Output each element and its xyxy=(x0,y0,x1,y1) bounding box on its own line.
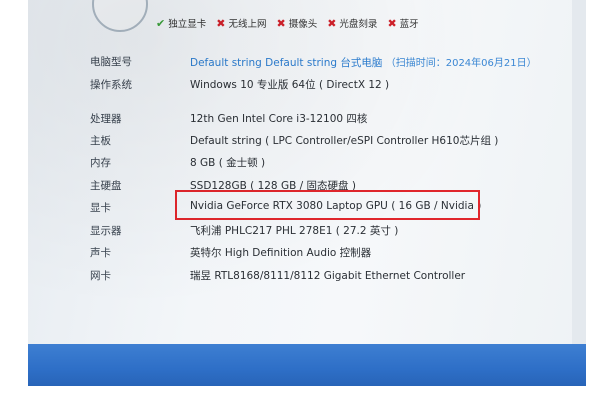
spec-label: 主板 xyxy=(90,135,111,147)
spec-value: 8 GB ( 金士顿 ) xyxy=(190,157,266,169)
spec-value: 12th Gen Intel Core i3-12100 四核 xyxy=(190,113,368,125)
taskbar xyxy=(28,344,586,386)
spec-value: Windows 10 专业版 64位 ( DirectX 12 ) xyxy=(190,79,390,91)
spec-label: 声卡 xyxy=(90,247,111,259)
feature-disc-burning: ✖ 光盘刻录 xyxy=(327,16,378,31)
spec-label: 操作系统 xyxy=(90,79,132,91)
feature-camera: ✖ 摄像头 xyxy=(276,16,318,31)
spec-label: 网卡 xyxy=(90,270,111,282)
gpu-highlight-box xyxy=(175,190,480,220)
spec-label: 内存 xyxy=(90,157,111,169)
device-avatar xyxy=(92,0,148,32)
spec-value: 瑞昱 RTL8168/8111/8112 Gigabit Ethernet Co… xyxy=(190,270,466,282)
feature-strip: ✔ 独立显卡 ✖ 无线上网 ✖ 摄像头 ✖ 光盘刻录 ✖ 蓝牙 xyxy=(156,15,419,31)
spec-value: Default string Default string 台式电脑 （扫描时间… xyxy=(190,54,537,70)
cross-icon: ✖ xyxy=(327,16,337,30)
spec-value: 英特尔 High Definition Audio 控制器 xyxy=(190,247,372,259)
cross-icon: ✖ xyxy=(216,16,226,30)
spec-label: 电脑型号 xyxy=(90,56,132,68)
right-panel-edge xyxy=(572,0,586,344)
monitor-screen: ✔ 独立显卡 ✖ 无线上网 ✖ 摄像头 ✖ 光盘刻录 ✖ 蓝牙 E C 电脑型号… xyxy=(28,0,586,386)
spec-value: 飞利浦 PHLC217 PHL 278E1 ( 27.2 英寸 ) xyxy=(190,225,399,237)
spec-label: 显卡 xyxy=(90,202,111,214)
feature-label: 蓝牙 xyxy=(399,19,419,30)
feature-bluetooth: ✖ 蓝牙 xyxy=(387,16,419,31)
feature-label: 独立显卡 xyxy=(168,19,207,30)
spec-label: 主硬盘 xyxy=(90,180,122,192)
check-icon: ✔ xyxy=(156,16,166,30)
cross-icon: ✖ xyxy=(387,16,397,30)
spec-value: Default string ( LPC Controller/eSPI Con… xyxy=(190,135,499,147)
spec-label: 显示器 xyxy=(90,225,122,237)
feature-label: 光盘刻录 xyxy=(339,19,378,30)
spec-label: 处理器 xyxy=(90,113,122,125)
model-link[interactable]: Default string Default string 台式电脑 xyxy=(190,57,382,69)
scan-time: （扫描时间：2024年06月21日） xyxy=(385,58,537,69)
feature-wifi: ✖ 无线上网 xyxy=(216,16,267,31)
feature-label: 摄像头 xyxy=(288,19,318,30)
feature-discrete-gpu: ✔ 独立显卡 xyxy=(156,16,207,31)
feature-label: 无线上网 xyxy=(228,19,267,30)
cross-icon: ✖ xyxy=(276,16,286,30)
